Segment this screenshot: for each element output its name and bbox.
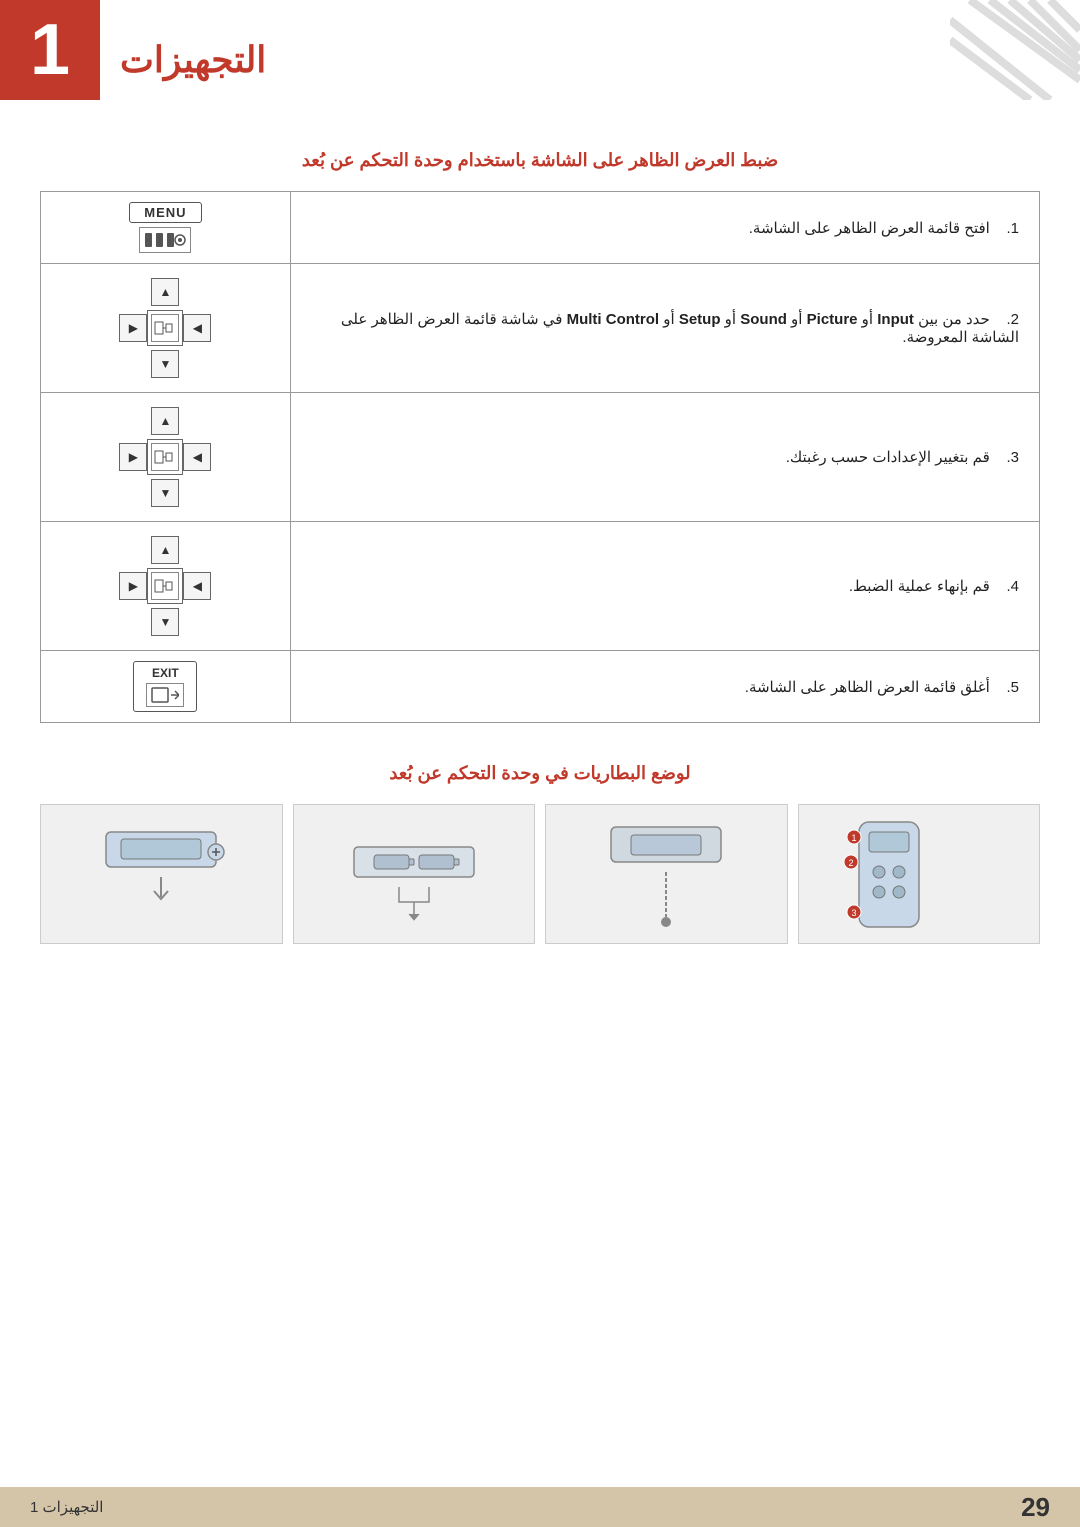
svg-text:3: 3	[851, 908, 856, 918]
exit-button-icon: EXIT	[51, 661, 280, 712]
main-content: ضبط العرض الظاهر على الشاشة باستخدام وحد…	[0, 100, 1080, 984]
exit-svg	[151, 686, 179, 704]
exit-label: EXIT	[146, 666, 184, 680]
keyword-setup: Setup	[679, 311, 721, 328]
dpad-center	[147, 439, 183, 475]
step3-text: 3. قم بتغيير الإعدادات حسب رغبتك.	[786, 449, 1019, 466]
dpad-icon-2: ▲ ◀	[51, 274, 280, 382]
svg-text:2: 2	[848, 858, 853, 868]
menu-icon-box	[139, 227, 191, 253]
dpad-center-icon	[151, 572, 179, 600]
dpad-up: ▲	[151, 407, 179, 435]
dpad-right: ▶	[119, 443, 147, 471]
battery-img-1: 1 2 3	[798, 804, 1041, 944]
step4-icon-cell: ▲ ◀	[41, 522, 291, 651]
keyword-multicontrol: Multi Control	[567, 311, 659, 328]
table-row: 1. افتح قائمة العرض الظاهر على الشاشة. M…	[41, 192, 1040, 264]
page-header: التجهيزات 1	[0, 0, 1080, 100]
dpad-right: ▶	[119, 572, 147, 600]
dpad-down: ▼	[151, 608, 179, 636]
exit-icon-wrapper: EXIT	[133, 661, 197, 712]
table-row: 5. أغلق قائمة العرض الظاهر على الشاشة. E…	[41, 651, 1040, 723]
exit-inner-box	[146, 683, 184, 707]
dpad-down: ▼	[151, 479, 179, 507]
dpad-center	[147, 568, 183, 604]
keyword-sound: Sound	[740, 311, 787, 328]
steps-table: 1. افتح قائمة العرض الظاهر على الشاشة. M…	[40, 191, 1040, 723]
table-row: 2. حدد من بين Input أو Picture أو Sound …	[41, 264, 1040, 393]
battery-svg-2	[576, 807, 756, 942]
footer-chapter-label: التجهيزات 1	[30, 1498, 103, 1516]
dpad-left: ◀	[183, 314, 211, 342]
step2-text: 2. حدد من بين Input أو Picture أو Sound …	[341, 311, 1019, 346]
step3-text-cell: 3. قم بتغيير الإعدادات حسب رغبتك.	[290, 393, 1039, 522]
dpad-icon-4: ▲ ◀	[51, 532, 280, 640]
dpad-center	[147, 310, 183, 346]
step5-text-cell: 5. أغلق قائمة العرض الظاهر على الشاشة.	[290, 651, 1039, 723]
battery-img-4	[40, 804, 283, 944]
keyword-picture: Picture	[807, 311, 858, 328]
battery-img-3	[293, 804, 536, 944]
dpad-center-icon	[151, 443, 179, 471]
battery-img-2	[545, 804, 788, 944]
step3-icon-cell: ▲ ◀	[41, 393, 291, 522]
section1-title: ضبط العرض الظاهر على الشاشة باستخدام وحد…	[40, 150, 1040, 171]
step5-text: 5. أغلق قائمة العرض الظاهر على الشاشة.	[745, 679, 1019, 696]
dpad-center-icon	[151, 314, 179, 342]
step4-text: 4. قم بإنهاء عملية الضبط.	[849, 578, 1019, 595]
dpad-down: ▼	[151, 350, 179, 378]
dpad-up: ▲	[151, 536, 179, 564]
diagonal-decoration	[950, 0, 1080, 100]
step2-text-cell: 2. حدد من بين Input أو Picture أو Sound …	[290, 264, 1039, 393]
step1-icon-cell: MENU	[41, 192, 291, 264]
svg-text:1: 1	[851, 833, 856, 843]
step4-text-cell: 4. قم بإنهاء عملية الضبط.	[290, 522, 1039, 651]
menu-svg	[143, 230, 187, 250]
battery-svg-4	[71, 807, 251, 942]
chapter-number-box: 1	[0, 0, 100, 100]
page-number: 29	[1021, 1492, 1050, 1523]
chapter-title: التجهيزات	[120, 39, 266, 81]
dpad-left: ◀	[183, 572, 211, 600]
table-row: 4. قم بإنهاء عملية الضبط. ▲ ◀	[41, 522, 1040, 651]
battery-svg-3	[324, 807, 504, 942]
battery-images-row: 1 2 3	[40, 804, 1040, 944]
menu-label: MENU	[129, 202, 201, 223]
step2-icon-cell: ▲ ◀	[41, 264, 291, 393]
page-footer: 29 التجهيزات 1	[0, 1487, 1080, 1527]
dpad-icon-3: ▲ ◀	[51, 403, 280, 511]
keyword-input: Input	[877, 311, 914, 328]
chapter-number: 1	[30, 9, 70, 91]
table-row: 3. قم بتغيير الإعدادات حسب رغبتك. ▲ ◀	[41, 393, 1040, 522]
section2-title: لوضع البطاريات في وحدة التحكم عن بُعد	[40, 763, 1040, 784]
step1-text: 1. افتح قائمة العرض الظاهر على الشاشة.	[749, 220, 1019, 237]
step5-icon-cell: EXIT	[41, 651, 291, 723]
dpad-up: ▲	[151, 278, 179, 306]
dpad-left: ◀	[183, 443, 211, 471]
step1-text-cell: 1. افتح قائمة العرض الظاهر على الشاشة.	[290, 192, 1039, 264]
dpad-right: ▶	[119, 314, 147, 342]
battery-svg-1: 1 2 3	[829, 807, 1009, 942]
menu-button-icon: MENU	[51, 202, 280, 253]
